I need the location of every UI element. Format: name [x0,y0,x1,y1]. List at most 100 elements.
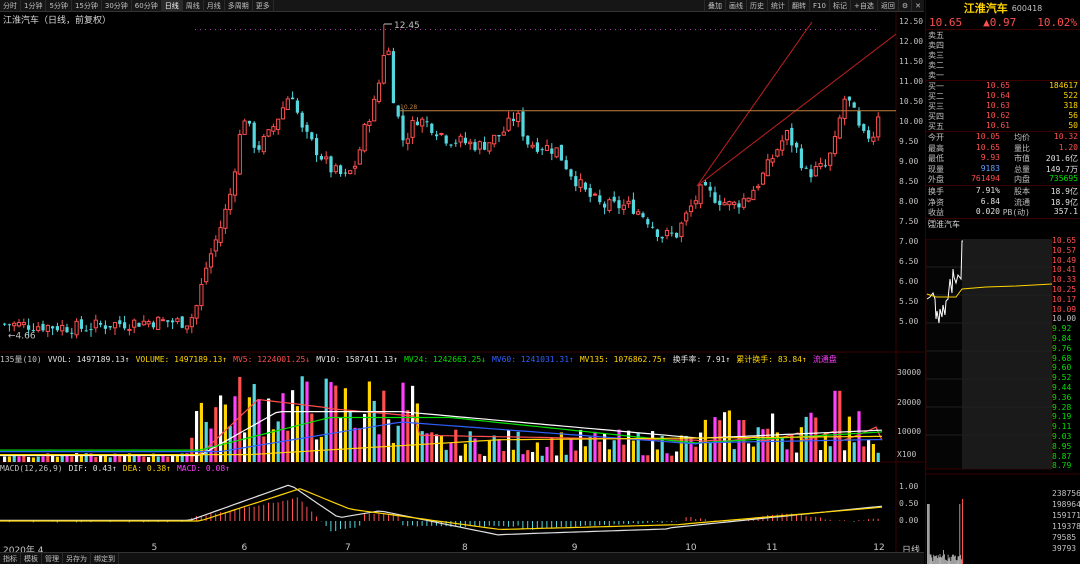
macd-histogram [599,521,600,525]
candle [632,192,635,214]
candle [862,123,865,133]
candle [329,155,332,177]
candle [238,130,241,175]
trend-line[interactable] [697,34,896,186]
volume-bar [478,454,481,462]
macd-histogram [494,521,495,526]
candle [469,139,472,150]
intraday-volume-tick: 79585 [1052,533,1076,542]
volume-bar [363,414,366,462]
macd-histogram [854,521,855,522]
intraday-volume-bar [934,556,935,564]
volume-bar [752,447,755,462]
indicator-tab[interactable]: 模板 [21,553,42,564]
indicator-tab[interactable]: 另存为 [63,553,91,564]
volume-bar [416,403,419,462]
high-price-marker: 12.45 [394,21,420,31]
intraday-volume-tick: 39793 [1052,544,1076,553]
candle [617,196,620,214]
stat-label: 换手 [926,186,948,197]
intraday-tick-label: 9.36 [1052,393,1071,402]
stat-label: 股本 [1000,186,1030,197]
candle [598,190,601,205]
book-price [970,70,1010,80]
book-volume [1010,40,1080,50]
ask-row: 卖四 [926,40,1080,50]
volume-bar [536,442,539,462]
volume-bar [694,447,697,462]
candle [229,188,232,215]
candle [253,121,256,153]
candle [310,132,313,141]
indicator-tab[interactable]: 指标 [0,553,21,564]
volume-bar [397,426,400,462]
volume-bar [790,434,793,462]
volume-bar [238,377,241,462]
candle [877,112,880,141]
candle [368,119,371,132]
volume-bar [61,455,64,462]
candle [373,95,376,121]
book-price [970,50,1010,60]
candle [349,170,352,174]
price-tick-label: 6.00 [899,277,918,286]
volume-bar [32,457,35,462]
intraday-tick-label: 10.49 [1052,256,1076,265]
candle [99,321,102,328]
volume-bar [838,391,841,462]
candle [709,182,712,197]
macd-histogram [777,514,778,521]
macd-histogram [546,521,547,528]
book-price [970,30,1010,40]
candle [70,328,73,339]
indicator-tab[interactable]: 管理 [42,553,63,564]
volume-bar [517,432,520,462]
macd-histogram [273,503,274,521]
macd-indicator-bar: MACD(12,26,9) DIF: 0.43↑ DEA: 0.38↑ MACD: 0… [0,464,236,473]
intraday-tick-label: 9.44 [1052,383,1071,392]
candle [75,318,78,338]
macd-histogram [585,521,586,525]
intraday-volume-bar [946,560,947,564]
macd-histogram [623,521,624,524]
candle [569,169,572,180]
volume-bar [853,442,856,462]
volume-indicator-value: MV10: 1587411.13↑ [316,355,398,364]
volume-bar [70,456,73,462]
candle [541,147,544,155]
candle [459,134,462,148]
volume-bar [13,456,16,462]
intraday-volume-bar [935,556,936,564]
candle [699,184,702,208]
book-price [970,60,1010,70]
candle [363,123,366,153]
candle [555,148,558,158]
macd-histogram [484,521,485,527]
volume-bar [176,455,179,462]
macd-histogram [690,517,691,521]
candle [358,147,361,165]
candle [781,135,784,156]
trend-line[interactable] [697,22,812,186]
ask-row: 卖五 [926,30,1080,40]
book-volume [1010,60,1080,70]
volume-bar [541,456,544,462]
volume-bar [555,455,558,462]
price-tick-label: 11.00 [899,77,923,86]
macd-histogram [830,520,831,521]
macd-histogram [206,516,207,521]
candle [512,112,515,126]
volume-bar [377,434,380,462]
bid-row: 买一 10.65 184617 [926,81,1080,91]
candle [752,186,755,200]
price-axis: 12.50 12.00 11.50 11.00 10.50 10.00 9.50 9.00 8.… [897,12,924,552]
volume-bar [310,414,313,462]
indicator-tab[interactable]: 绑定到 [91,553,119,564]
intraday-volume-bar [959,504,960,564]
intraday-volume-bar [932,557,933,564]
candle [819,158,822,170]
volume-indicator-value: 换手率: 7.91↑ [673,355,731,364]
volume-bar [56,457,59,462]
macd-histogram [633,521,634,523]
macd-histogram [839,520,840,521]
